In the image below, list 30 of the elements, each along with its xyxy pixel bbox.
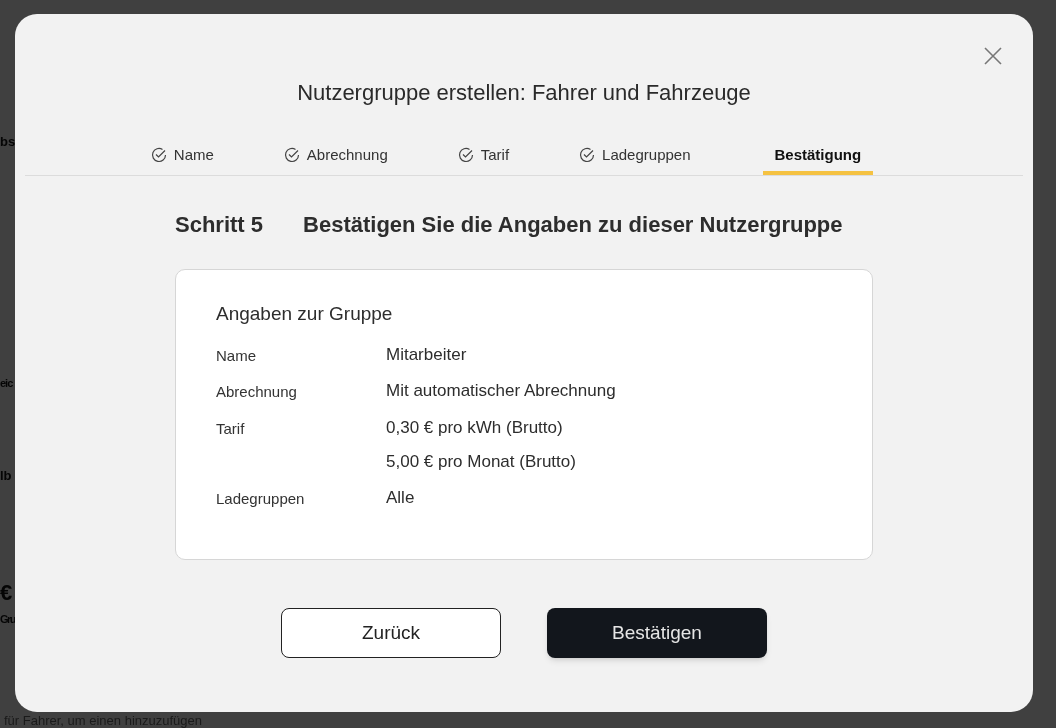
field-label: Ladegruppen — [216, 488, 306, 509]
field-label: Tarif — [216, 418, 246, 439]
field-value: 5,00 € pro Monat (Brutto) — [386, 450, 576, 473]
close-button[interactable] — [983, 46, 1003, 66]
confirm-button[interactable]: Bestätigen — [547, 608, 767, 658]
back-button[interactable]: Zurück — [281, 608, 501, 658]
close-icon — [984, 47, 1002, 65]
step-number: Schritt 5 — [175, 211, 264, 239]
dialog-title: Nutzergruppe erstellen: Fahrer und Fahrzeuge — [297, 79, 751, 107]
field-value: Mitarbeiter — [386, 343, 467, 366]
step-tab[interactable]: Tarif — [445, 139, 522, 175]
check-circle-icon — [579, 147, 596, 163]
background-text: lb — [0, 469, 13, 482]
background-text: € — [0, 582, 14, 604]
check-circle-icon — [457, 147, 474, 163]
field-value: Alle — [386, 486, 415, 509]
step-tab[interactable]: Abrechnung — [271, 139, 400, 175]
field-value: 0,30 € pro kWh (Brutto) — [386, 416, 564, 439]
background-text: bs — [0, 135, 15, 148]
step-tab[interactable]: Bestätigung — [762, 139, 874, 175]
step-tab[interactable]: Ladegruppen — [567, 139, 703, 175]
field-value: Mit automatischer Abrechnung — [386, 380, 616, 402]
field-label: Abrechnung — [216, 382, 298, 402]
step-tab[interactable]: Name — [138, 139, 226, 175]
card-title: Angaben zur Gruppe — [216, 302, 394, 326]
step-heading: Bestätigen Sie die Angaben zu dieser Nutzergruppe — [303, 211, 843, 239]
check-circle-icon — [150, 147, 167, 163]
background-text: eic — [0, 378, 14, 389]
check-circle-icon — [283, 147, 300, 163]
field-label: Name — [216, 345, 257, 366]
